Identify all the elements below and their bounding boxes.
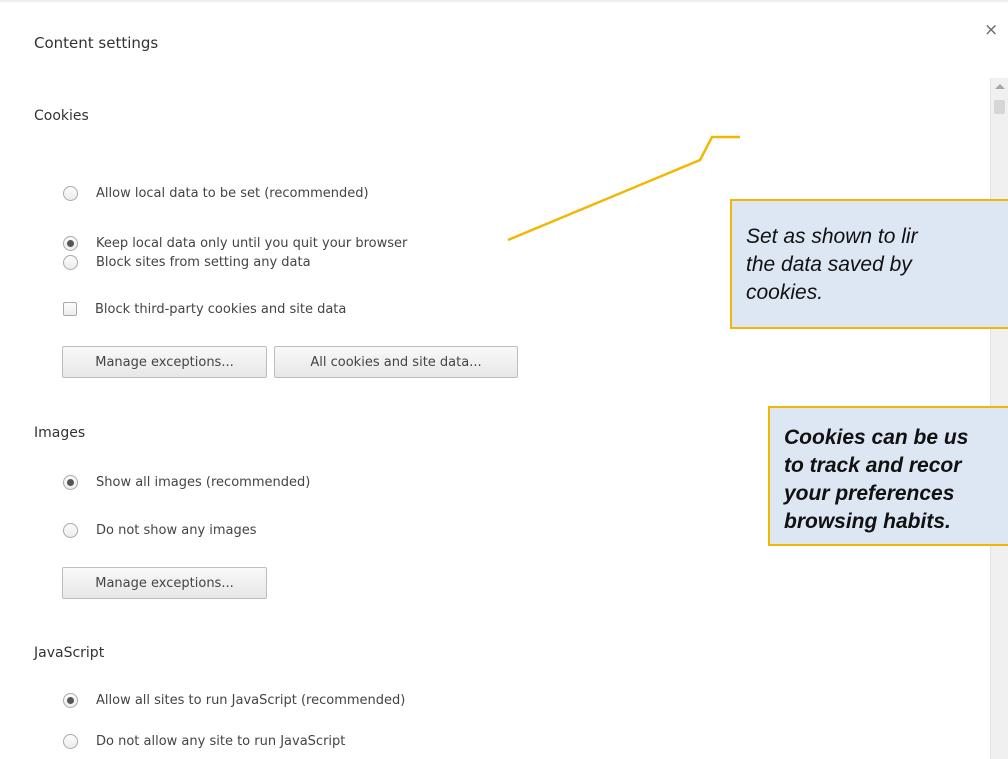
images-option-hide-label: Do not show any images [96,522,257,538]
callout-text-line: cookies. [746,281,824,304]
cookies-option-keep-until-quit[interactable]: Keep local data only until you quit your… [63,233,407,253]
callout-limit-data: Set as shown to lir the data saved by co… [730,199,1008,329]
scrollbar-thumb[interactable] [994,100,1005,114]
callout-text-line: the data saved by [746,253,912,276]
content-settings-dialog: Content settings × Cookies Allow local d… [0,0,1008,759]
callout-text-line: Set as shown to lir [746,225,918,248]
javascript-option-disallow[interactable]: Do not allow any site to run JavaScript [63,731,345,751]
cookies-option-block[interactable]: Block sites from setting any data [63,252,311,272]
cookies-option-block-label: Block sites from setting any data [96,254,311,270]
callout-connector-line [507,135,740,242]
radio-button-selected[interactable] [63,692,78,708]
javascript-option-disallow-label: Do not allow any site to run JavaScript [96,733,346,749]
cookies-option-keep-label: Keep local data only until you quit your… [96,235,408,251]
callout-text-line: Cookies can be us [784,426,969,449]
dialog-top-edge [0,0,1008,3]
radio-button[interactable] [63,733,78,749]
all-cookies-site-data-button[interactable]: All cookies and site data... [274,346,518,378]
cookies-manage-exceptions-button[interactable]: Manage exceptions... [62,346,267,378]
images-option-show-all[interactable]: Show all images (recommended) [63,472,310,492]
radio-button[interactable] [63,522,78,538]
callout-text-line: browsing habits. [784,510,951,533]
block-third-party-label: Block third-party cookies and site data [95,301,347,317]
javascript-option-allow-label: Allow all sites to run JavaScript (recom… [96,692,406,708]
callout-text-line: to track and recor [784,454,962,477]
callout-tracking-warning: Cookies can be us to track and recor you… [768,406,1008,546]
dialog-title: Content settings [34,34,159,52]
cookies-option-allow[interactable]: Allow local data to be set (recommended) [63,183,369,203]
javascript-option-allow-all[interactable]: Allow all sites to run JavaScript (recom… [63,690,405,710]
images-option-show-label: Show all images (recommended) [96,474,311,490]
radio-button[interactable] [63,185,78,201]
images-manage-exceptions-button[interactable]: Manage exceptions... [62,567,267,599]
scroll-up-arrow-icon[interactable] [995,84,1005,89]
block-third-party-checkbox-row[interactable]: Block third-party cookies and site data [63,299,346,319]
images-heading: Images [34,425,86,441]
radio-button-selected[interactable] [63,235,78,251]
checkbox[interactable] [63,302,77,316]
close-icon[interactable]: × [984,20,998,40]
radio-button[interactable] [63,254,78,270]
radio-button-selected[interactable] [63,474,78,490]
javascript-heading: JavaScript [34,645,105,661]
cookies-heading: Cookies [34,108,89,124]
callout-text-line: your preferences [784,482,955,505]
images-option-do-not-show[interactable]: Do not show any images [63,520,257,540]
cookies-option-allow-label: Allow local data to be set (recommended) [96,185,369,201]
